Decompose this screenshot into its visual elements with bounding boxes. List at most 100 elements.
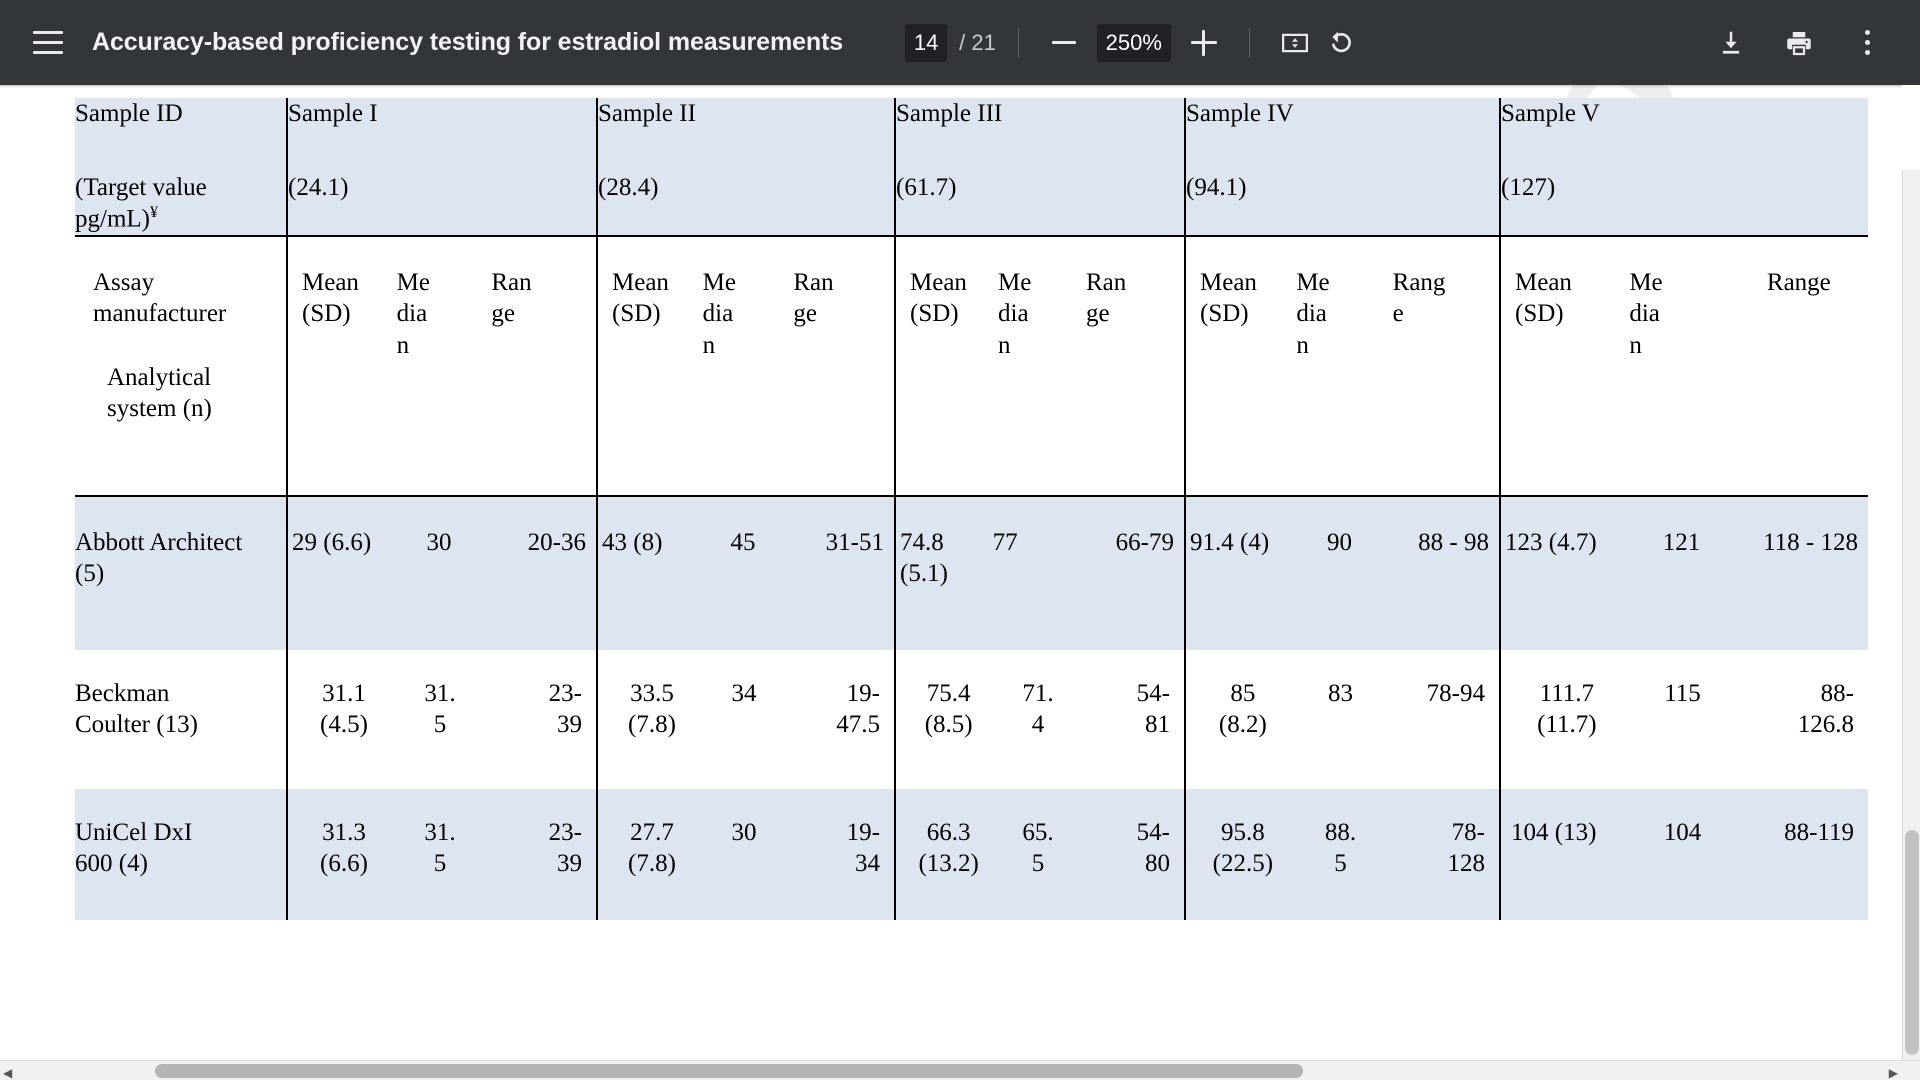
more-options-button[interactable] — [1844, 20, 1890, 66]
header-cell-sample-2: Sample II (28.4) — [597, 98, 895, 236]
value-range: 23- 39 — [490, 817, 586, 880]
data-cell-beckman-sample5: 111.7 (11.7) 115 88- 126.8 — [1500, 650, 1868, 789]
value-mean: 31.3 (6.6) — [298, 817, 394, 880]
fit-to-page-button[interactable] — [1272, 20, 1318, 66]
rotate-counterclockwise-button[interactable] — [1318, 20, 1364, 66]
header-cell-stats-2: Mean (SD) Me dia n Ran ge — [597, 236, 895, 496]
value-mean: 91.4 (4) — [1190, 527, 1291, 559]
data-cell-abbott-sample2: 43 (8) 45 31-51 — [597, 496, 895, 650]
scroll-right-button[interactable]: ▶ — [1889, 1064, 1898, 1082]
toolbar-divider — [1249, 28, 1250, 58]
data-cell-unicel-sample1: 31.3 (6.6) 31. 5 23- 39 — [287, 789, 597, 920]
hamburger-bar — [33, 31, 63, 34]
value-mean: 27.7 (7.8) — [608, 817, 700, 880]
kebab-dot — [1865, 30, 1870, 35]
value-mean: 74.8 (5.1) — [900, 527, 993, 590]
manufacturer-line2: Coulter (13) — [75, 709, 286, 741]
value-range: 31-51 — [793, 527, 888, 559]
value-range: 78-94 — [1391, 678, 1489, 741]
data-cell-abbott-sample5: 123 (4.7) 121 118 - 128 — [1500, 496, 1868, 650]
sample-name: Sample II — [598, 98, 894, 130]
stat-header-range: Ran ge — [1086, 267, 1174, 362]
table-header-row-samples: Sample ID (Target value pg/mL)¥ Sample I… — [75, 98, 1868, 236]
minus-icon — [1052, 41, 1076, 44]
document-title: Accuracy-based proficiency testing for e… — [92, 28, 843, 57]
hamburger-bar — [33, 51, 63, 54]
stat-header-mean: Mean (SD) — [1200, 267, 1296, 362]
value-mean: 29 (6.6) — [292, 527, 391, 559]
zoom-out-button[interactable] — [1041, 20, 1087, 66]
sample-target-value: (61.7) — [896, 172, 1184, 204]
manufacturer-line2: (5) — [75, 558, 286, 590]
hamburger-bar — [33, 41, 63, 44]
stat-header-group: Mean (SD) Me dia n Range — [1515, 267, 1858, 362]
download-button[interactable] — [1708, 20, 1754, 66]
row-label-unicel: UniCel DxI 600 (4) — [75, 789, 287, 920]
target-value-line2: pg/mL) — [75, 205, 150, 232]
stat-header-range: Ran ge — [793, 267, 884, 362]
stat-header-median: Me dia n — [1296, 267, 1392, 362]
data-cell-unicel-sample5: 104 (13) 104 88-119 — [1500, 789, 1868, 920]
stat-header-median: Me dia n — [1629, 267, 1743, 362]
pdf-viewer-toolbar: Accuracy-based proficiency testing for e… — [0, 0, 1920, 85]
value-median: 31. 5 — [394, 678, 490, 741]
analytical-system-line2: system (n) — [93, 393, 280, 425]
header-cell-sample-1: Sample I (24.1) — [287, 98, 597, 236]
horizontal-scrollbar[interactable]: ◀ ▶ — [0, 1060, 1920, 1080]
manufacturer-line1: Beckman — [75, 678, 286, 710]
value-range: 54- 80 — [1085, 817, 1174, 880]
header-cell-stats-3: Mean (SD) Me dia n Ran ge — [895, 236, 1185, 496]
value-median: 30 — [700, 817, 792, 880]
data-cell-beckman-sample4: 85 (8.2) 83 78-94 — [1185, 650, 1500, 789]
vertical-scrollbar[interactable]: ▲ ▼ — [1902, 170, 1920, 1080]
print-button[interactable] — [1776, 20, 1822, 66]
header-cell-stats-1: Mean (SD) Me dia n Ran ge — [287, 236, 597, 496]
horizontal-scrollbar-thumb[interactable] — [155, 1064, 1303, 1078]
value-median: 90 — [1291, 527, 1392, 559]
zoom-level-input[interactable]: 250% — [1097, 24, 1171, 62]
value-mean: 123 (4.7) — [1505, 527, 1624, 559]
hamburger-menu-icon[interactable] — [26, 21, 70, 65]
value-median: 45 — [697, 527, 792, 559]
stat-header-median: Me dia n — [998, 267, 1086, 362]
table-row: UniCel DxI 600 (4) 31.3 (6.6) 31. 5 23- … — [75, 789, 1868, 920]
assay-manufacturer-line1: Assay — [93, 267, 280, 299]
table-header-row-statistics: Assay manufacturer Analytical system (n)… — [75, 236, 1868, 496]
toolbar-divider — [1018, 28, 1019, 58]
page-top-shadow — [0, 85, 1902, 88]
value-mean: 95.8 (22.5) — [1196, 817, 1294, 880]
stat-header-range: Ran ge — [491, 267, 586, 362]
value-median: 104 — [1627, 817, 1743, 849]
header-cell-sample-3: Sample III (61.7) — [895, 98, 1185, 236]
sample-id-label: Sample ID — [75, 98, 286, 130]
vertical-scrollbar-thumb[interactable] — [1905, 830, 1919, 1055]
value-median: 83 — [1294, 678, 1392, 741]
value-mean: 33.5 (7.8) — [608, 678, 700, 741]
zoom-in-button[interactable] — [1181, 20, 1227, 66]
page-number-input[interactable]: 14 — [905, 24, 947, 62]
value-mean: 66.3 (13.2) — [906, 817, 995, 880]
data-cell-beckman-sample3: 75.4 (8.5) 71. 4 54- 81 — [895, 650, 1185, 789]
pdf-viewer-area[interactable]: e-proof Sample ID (Target value pg/mL)¥ … — [0, 85, 1920, 1080]
data-cell-abbott-sample4: 91.4 (4) 90 88 - 98 — [1185, 496, 1500, 650]
data-cell-beckman-sample1: 31.1 (4.5) 31. 5 23- 39 — [287, 650, 597, 789]
header-cell-sample-id: Sample ID (Target value pg/mL)¥ — [75, 98, 287, 236]
value-median: 121 — [1624, 527, 1743, 559]
header-cell-sample-5: Sample V (127) — [1500, 98, 1868, 236]
analytical-system-line1: Analytical — [93, 362, 280, 394]
toolbar-center-group: 14 / 21 250% — [905, 20, 1364, 66]
scroll-right-arrow-icon: ▶ — [1889, 1066, 1898, 1080]
value-range: 23- 39 — [490, 678, 586, 741]
value-range: 66-79 — [1085, 527, 1178, 590]
sample-target-value: (94.1) — [1186, 172, 1499, 204]
value-range: 88- 126.8 — [1742, 678, 1858, 741]
value-mean: 75.4 (8.5) — [906, 678, 995, 741]
value-median: 77 — [993, 527, 1086, 590]
kebab-dot — [1865, 40, 1870, 45]
header-cell-assay-manufacturer: Assay manufacturer Analytical system (n) — [75, 236, 287, 496]
value-range: 118 - 128 — [1743, 527, 1862, 559]
scroll-left-button[interactable]: ◀ — [3, 1064, 12, 1082]
value-range: 78- 128 — [1391, 817, 1489, 880]
download-icon — [1716, 28, 1746, 58]
value-mean: 111.7 (11.7) — [1511, 678, 1627, 741]
